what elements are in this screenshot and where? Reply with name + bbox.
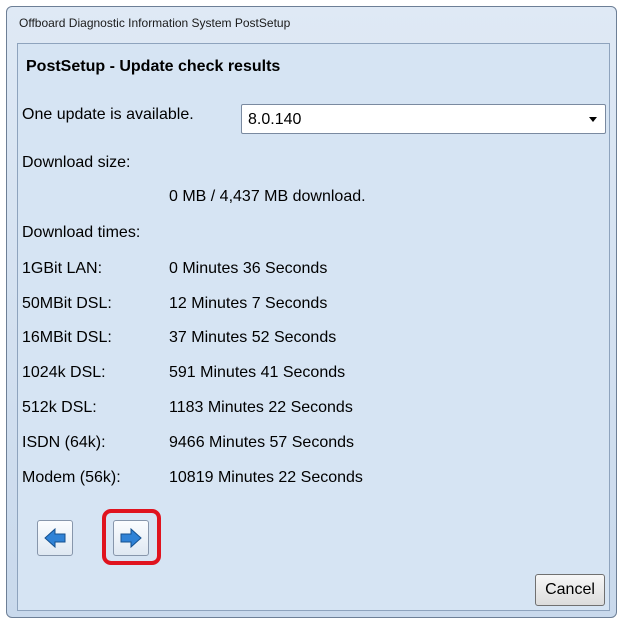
postsetup-window: Offboard Diagnostic Information System P… <box>6 6 617 618</box>
chevron-down-icon <box>589 117 597 122</box>
selected-version: 8.0.140 <box>248 111 302 128</box>
connection-label: 50MBit DSL: <box>22 295 112 312</box>
download-time-value: 1183 Minutes 22 Seconds <box>169 399 353 416</box>
download-time-value: 10819 Minutes 22 Seconds <box>169 469 363 486</box>
connection-label: Modem (56k): <box>22 469 121 486</box>
download-time-value: 12 Minutes 7 Seconds <box>169 295 328 312</box>
download-time-value: 591 Minutes 41 Seconds <box>169 364 346 381</box>
download-size-value: 0 MB / 4,437 MB download. <box>169 188 366 205</box>
arrow-left-icon <box>44 528 66 548</box>
download-size-label: Download size: <box>22 154 131 171</box>
cancel-button[interactable]: Cancel <box>535 574 605 606</box>
connection-label: 1GBit LAN: <box>22 260 103 277</box>
arrow-right-icon <box>120 528 142 548</box>
window-title: Offboard Diagnostic Information System P… <box>19 16 291 30</box>
page-title: PostSetup - Update check results <box>26 58 281 75</box>
connection-label: 16MBit DSL: <box>22 329 112 346</box>
download-times-label: Download times: <box>22 224 141 241</box>
download-time-value: 0 Minutes 36 Seconds <box>169 260 328 277</box>
next-button[interactable] <box>113 520 149 556</box>
connection-label: 512k DSL: <box>22 399 97 416</box>
download-time-value: 37 Minutes 52 Seconds <box>169 329 337 346</box>
connection-label: 1024k DSL: <box>22 364 106 381</box>
connection-label: ISDN (64k): <box>22 434 106 451</box>
back-button[interactable] <box>37 520 73 556</box>
dialog-content: PostSetup - Update check results One upd… <box>17 43 610 611</box>
download-time-value: 9466 Minutes 57 Seconds <box>169 434 355 451</box>
update-version-select[interactable]: 8.0.140 <box>241 104 606 134</box>
update-available-label: One update is available. <box>22 106 194 123</box>
